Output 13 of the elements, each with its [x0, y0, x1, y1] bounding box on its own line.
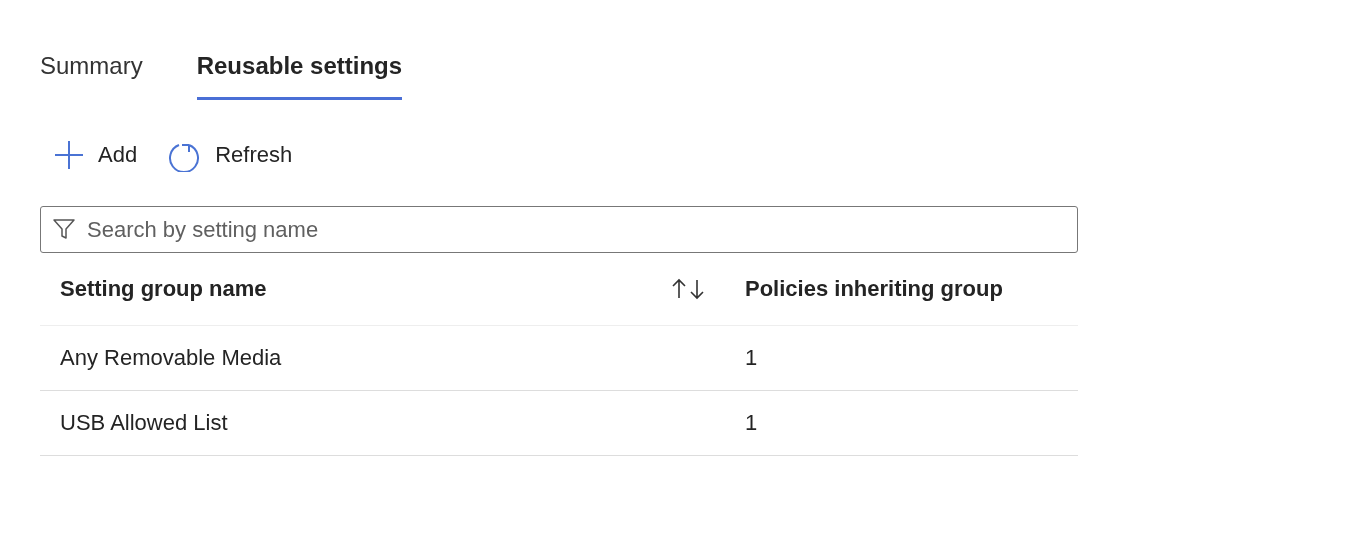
add-button[interactable]: Add — [54, 140, 138, 170]
table-cell: USB Allowed List — [60, 410, 228, 436]
sort-icon[interactable] — [671, 277, 705, 301]
table-cell: 1 — [745, 410, 758, 436]
table-cell: 1 — [745, 345, 758, 371]
refresh-button[interactable]: Refresh — [167, 138, 293, 172]
column-header[interactable]: Policies inheriting group — [745, 276, 1003, 302]
add-icon — [54, 140, 84, 170]
search-field[interactable]: Search by setting name — [40, 206, 1078, 253]
tab[interactable]: Summary — [40, 44, 143, 100]
column-header[interactable]: Setting group name — [60, 276, 267, 302]
table-cell: Any Removable Media — [60, 345, 282, 371]
tab[interactable]: Reusable settings — [196, 44, 403, 100]
